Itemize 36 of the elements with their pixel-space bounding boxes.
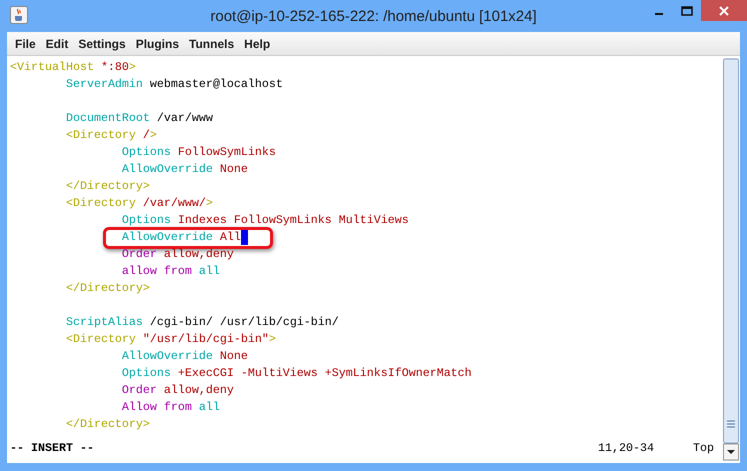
close-button[interactable] [701,0,747,21]
code-line: DocumentRoot /var/www [64,110,213,127]
cursor-position: 11,20-34 [598,440,655,457]
menu-item[interactable]: Edit [40,36,74,50]
code-line: ScriptAlias /cgi-bin/ /usr/lib/cgi-bin/ [64,314,339,331]
code-line: </Directory> [64,416,150,433]
code-line: <VirtualHost *:80> [10,59,136,76]
window-title: root@ip-10-252-165-222: /home/ubuntu [101x24] [209,8,538,25]
menu-item[interactable]: Tunnels [184,36,240,50]
close-icon [718,4,730,16]
menu-item[interactable]: File [10,36,41,50]
code-line: Allow from all [120,399,220,416]
code-line: Options FollowSymLinks [120,144,276,161]
code-line: </Directory> [64,280,150,297]
java-cup-icon [10,6,28,24]
mode-indicator: -- INSERT -- [10,440,94,457]
code-line: <Directory /> [64,127,157,144]
menu-item[interactable]: Help [239,36,276,50]
code-line: allow from all [120,263,220,280]
code-line: Options Indexes FollowSymLinks MultiViews [120,212,409,229]
code-line: Order allow,deny [120,382,234,399]
scrollbar[interactable] [723,58,739,461]
maximize-icon [681,6,693,16]
scroll-position: Top [693,440,715,457]
code-line: AllowOverride All [120,229,241,246]
code-line: Order allow,deny [120,246,234,263]
menu-item[interactable]: Settings [73,36,131,50]
code-line: AllowOverride None [120,161,248,178]
code-line: <Directory "/usr/lib/cgi-bin"> [64,331,276,348]
minimize-icon [655,12,663,14]
code-line: Options +ExecCGI -MultiViews +SymLinksIfOwnerMatch [120,365,472,382]
code-line: <Directory /var/www/> [64,195,213,212]
code-line: AllowOverride None [120,348,248,365]
code-line: </Directory> [64,178,150,195]
menu-item[interactable]: Plugins [130,36,184,50]
code-line: ServerAdmin webmaster@localhost [64,76,283,93]
